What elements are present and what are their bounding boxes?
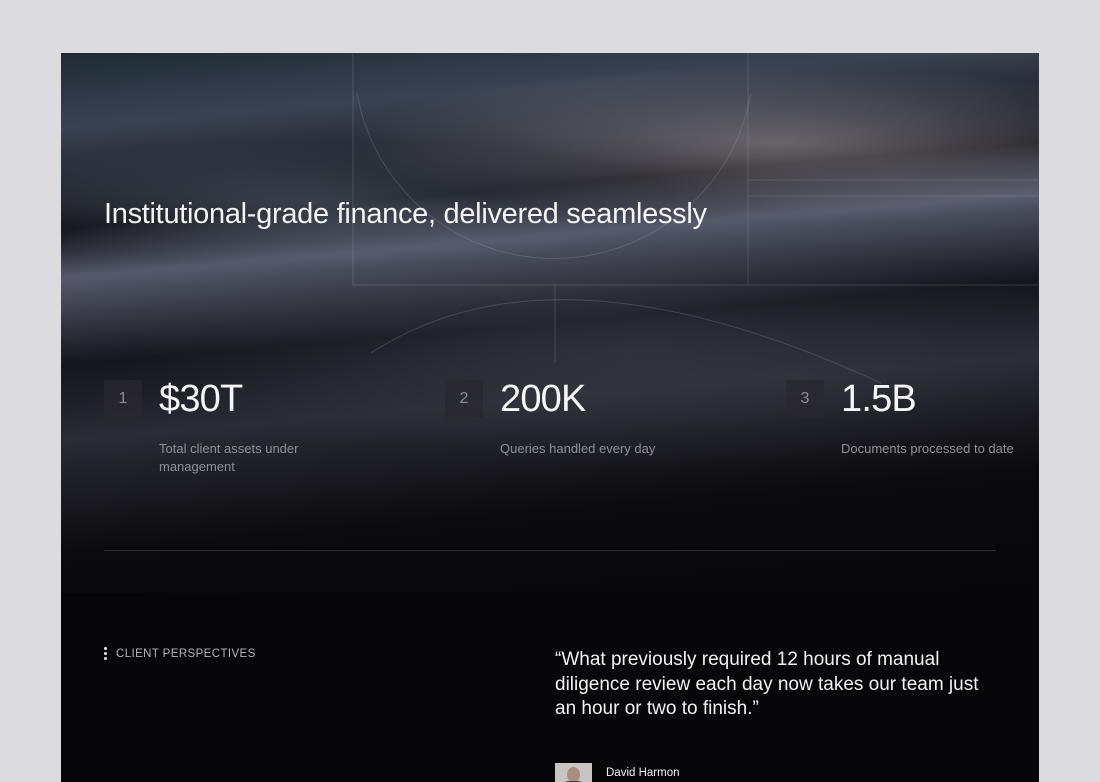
stat-value: 200K [500, 378, 586, 420]
eyebrow-label: CLIENT PERSPECTIVES [116, 647, 256, 660]
stat-index: 1 [104, 380, 142, 418]
testimonial-author: David Harmon [555, 763, 680, 782]
section-divider [104, 550, 996, 551]
author-name: David Harmon [606, 767, 680, 779]
stat-value: $30T [159, 378, 243, 420]
stat-label: Total client assets under management [159, 441, 299, 474]
section-eyebrow: CLIENT PERSPECTIVES [104, 647, 256, 660]
page-frame: Institutional-grade finance, delivered s… [61, 53, 1039, 782]
hero-grid-lines [352, 53, 1039, 384]
testimonial-quote: “What previously required 12 hours of ma… [555, 649, 979, 719]
stat-label: Queries handled every day [500, 441, 656, 456]
stat-index: 3 [786, 380, 824, 418]
stat-value: 1.5B [841, 378, 917, 420]
dots-vertical-icon [104, 647, 108, 660]
stat-label: Documents processed to date [841, 441, 1014, 456]
avatar [555, 763, 592, 782]
stat-index: 2 [445, 380, 483, 418]
hero-title: Institutional-grade finance, delivered s… [104, 198, 707, 230]
